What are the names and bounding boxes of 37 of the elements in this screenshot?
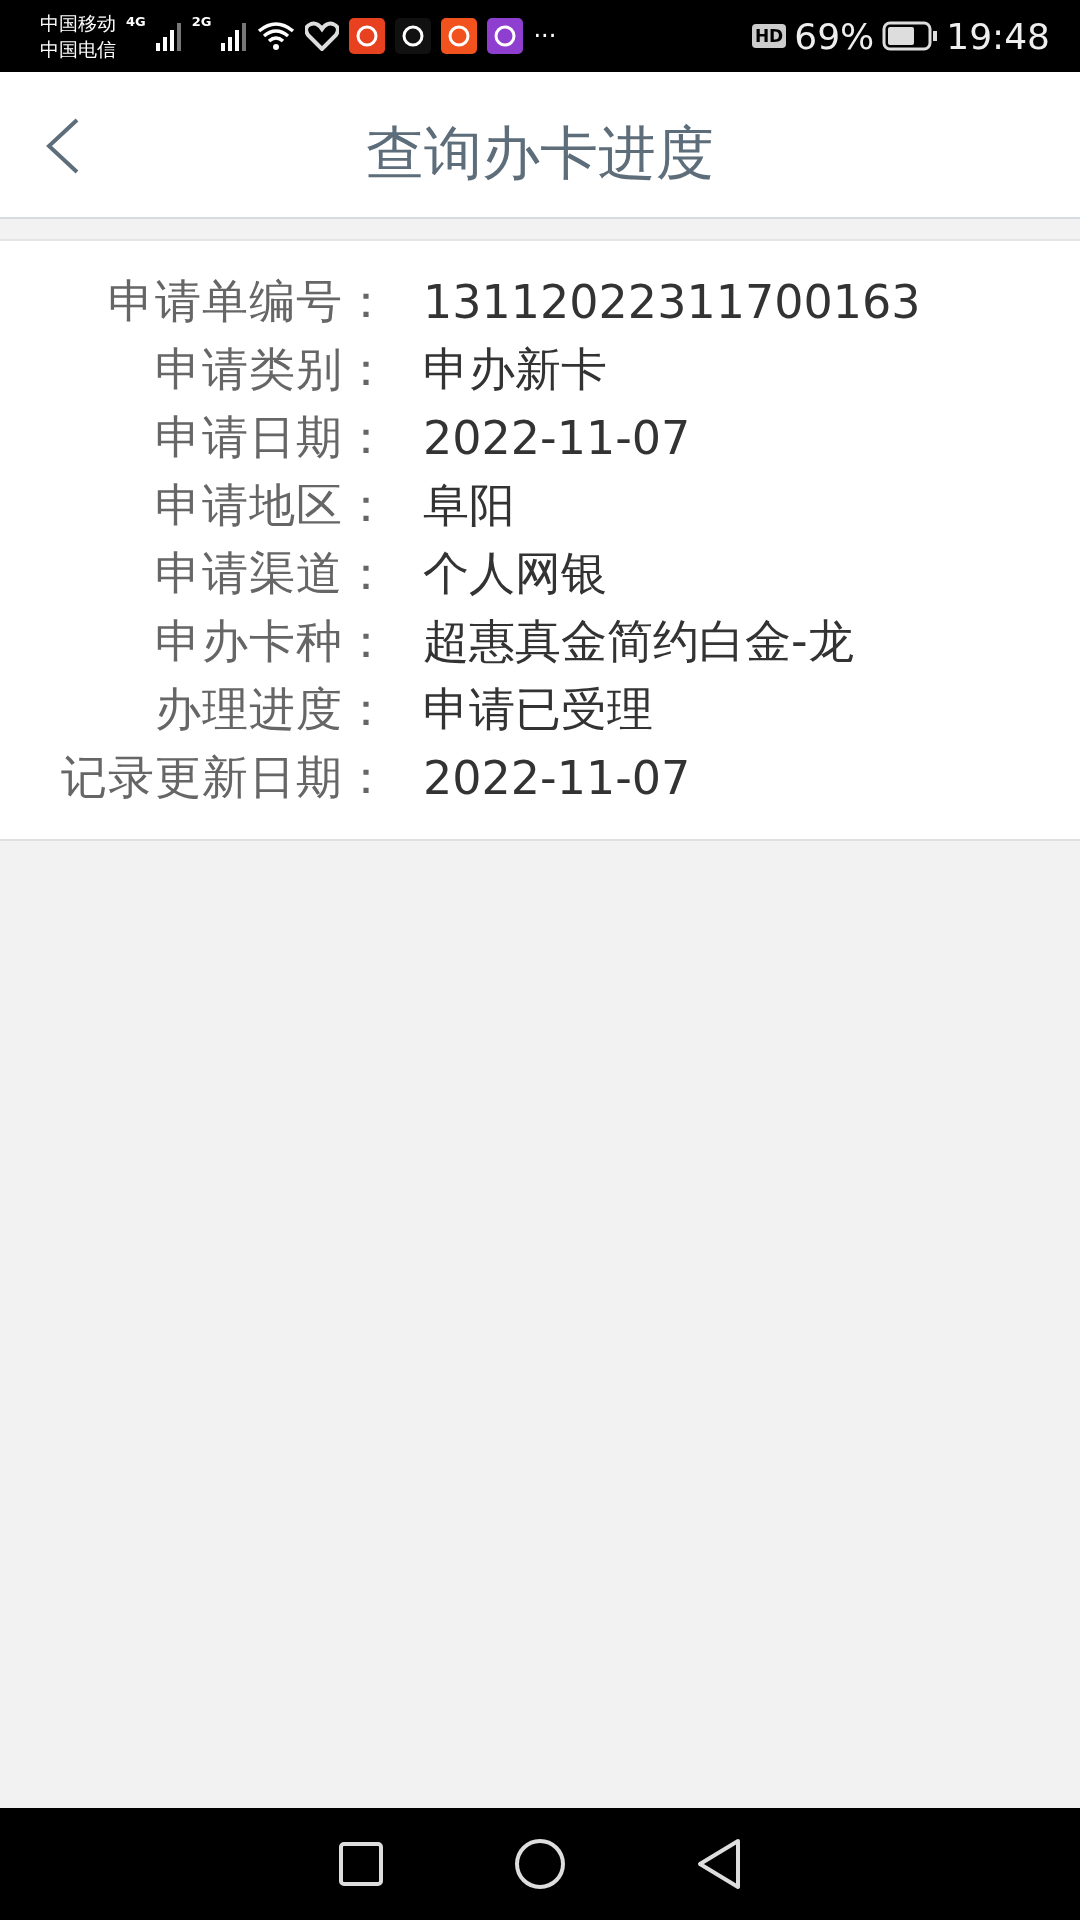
- app-icon: [395, 18, 432, 54]
- carrier-name: 中国电信: [40, 37, 116, 62]
- field-value: 申请已受理: [423, 681, 653, 738]
- battery-percent: 69%: [794, 15, 875, 57]
- field-value: 个人网银: [423, 545, 607, 602]
- field-value: 申办新卡: [423, 341, 607, 398]
- more-notifications: ···: [533, 22, 557, 50]
- signal-icon: [221, 21, 248, 51]
- field-label: 申请日期：: [154, 409, 390, 466]
- field-value: 阜阳: [423, 477, 515, 534]
- field-label: 记录更新日期：: [60, 749, 390, 806]
- field-label: 申办卡种：: [154, 613, 390, 670]
- field-label: 申请渠道：: [154, 545, 390, 602]
- signal-icon: [155, 21, 182, 51]
- wifi-icon: [257, 21, 296, 51]
- app-icon: [487, 18, 524, 54]
- hd-badge: HD: [751, 24, 787, 48]
- field-value: 2022-11-07: [423, 751, 691, 805]
- recents-icon[interactable]: [338, 1841, 384, 1887]
- app-icon: [349, 18, 386, 54]
- field-label: 申请单编号：: [107, 273, 390, 330]
- back-icon[interactable]: [696, 1838, 742, 1890]
- app-icon: [441, 18, 478, 54]
- page-title: 查询办卡进度: [366, 117, 714, 189]
- field-label: 申请类别：: [154, 341, 390, 398]
- carrier-name: 中国移动: [40, 11, 116, 36]
- field-value: 13112022311700163: [423, 275, 921, 329]
- field-value: 超惠真金简约白金-龙: [423, 613, 854, 670]
- field-value: 2022-11-07: [423, 411, 691, 465]
- network-type: 2G: [191, 14, 212, 29]
- home-icon[interactable]: [514, 1838, 566, 1890]
- field-label: 申请地区：: [154, 477, 390, 534]
- field-label: 办理进度：: [154, 681, 390, 738]
- battery-icon: [882, 21, 939, 51]
- clock: 19:48: [946, 15, 1050, 57]
- network-type: 4G: [126, 14, 146, 29]
- heart-icon: [305, 21, 340, 51]
